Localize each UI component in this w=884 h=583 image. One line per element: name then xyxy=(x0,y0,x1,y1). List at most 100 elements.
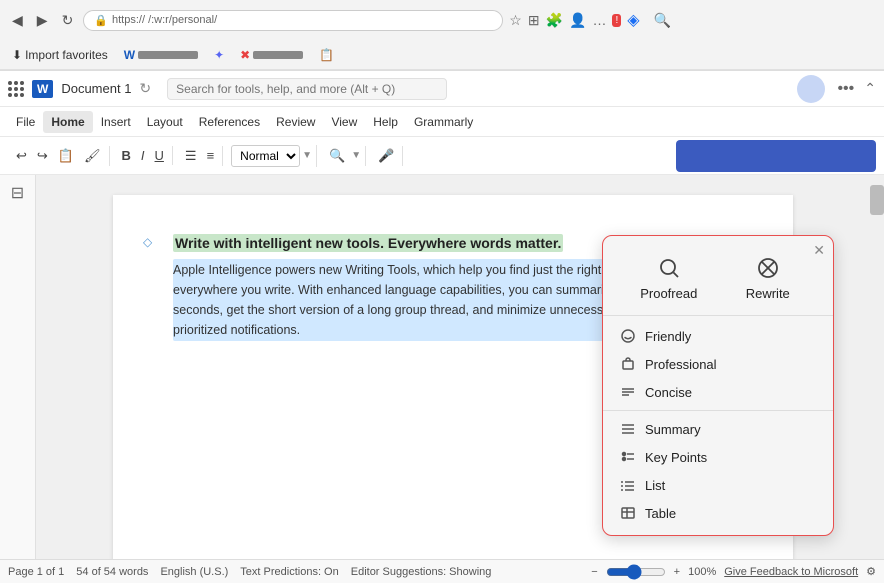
proofread-button[interactable]: Proofread xyxy=(628,250,709,305)
find-button[interactable]: 🔍 xyxy=(325,146,349,166)
popup-top-row: Proofread Rewrite xyxy=(603,246,833,316)
search-group: 🔍 ▼ xyxy=(321,146,366,166)
user-avatar[interactable] xyxy=(797,75,825,103)
list-item[interactable]: List xyxy=(603,471,833,499)
clipboard-button[interactable]: 📋 xyxy=(54,146,78,166)
collections-icon[interactable]: ⊞ xyxy=(528,12,540,29)
style-select[interactable]: Normal xyxy=(231,145,300,167)
proofread-label: Proofread xyxy=(640,286,697,301)
back-button[interactable]: ◀ xyxy=(8,10,27,31)
fav-icon-4: 📋 xyxy=(319,48,334,62)
import-label: Import favorites xyxy=(25,48,108,62)
profile-icon[interactable]: 👤 xyxy=(569,12,586,29)
zoom-level: 100% xyxy=(688,566,716,578)
popup-close-button[interactable]: ✕ xyxy=(813,242,825,259)
menu-layout[interactable]: Layout xyxy=(139,111,191,133)
friendly-icon xyxy=(619,327,637,345)
more-icon[interactable]: … xyxy=(592,12,606,28)
language: English (U.S.) xyxy=(160,566,228,578)
menu-file[interactable]: File xyxy=(8,111,43,133)
fav-label-blur xyxy=(138,51,198,59)
zoom-slider[interactable] xyxy=(606,564,666,580)
mic-button[interactable]: 🎤 xyxy=(374,146,398,166)
autosave-icon[interactable]: ↻ xyxy=(139,80,151,97)
menu-review[interactable]: Review xyxy=(268,111,323,133)
menu-help[interactable]: Help xyxy=(365,111,406,133)
table-item[interactable]: Table xyxy=(603,499,833,527)
key-points-icon xyxy=(619,448,637,466)
right-scrollbar[interactable] xyxy=(870,175,884,559)
fav-item-3[interactable]: ✖ xyxy=(236,46,307,64)
italic-button[interactable]: I xyxy=(137,146,149,165)
scrollbar-thumb[interactable] xyxy=(870,185,884,215)
star-icon[interactable]: ☆ xyxy=(509,12,522,29)
fav-item-1[interactable]: W xyxy=(120,46,202,64)
status-bar: Page 1 of 1 54 of 54 words English (U.S.… xyxy=(0,559,884,583)
key-points-item[interactable]: Key Points xyxy=(603,443,833,471)
undo-group: ↩ ↪ 📋 🖌 xyxy=(8,146,110,166)
professional-item[interactable]: Professional xyxy=(603,350,833,378)
concise-label: Concise xyxy=(645,385,692,400)
feedback-link[interactable]: Give Feedback to Microsoft xyxy=(724,566,858,578)
import-icon: ⬇ xyxy=(12,48,22,62)
sidebar-toggle-icon[interactable]: ⊟ xyxy=(7,179,28,207)
underline-button[interactable]: U xyxy=(151,146,168,165)
menu-references[interactable]: References xyxy=(191,111,268,133)
chevron-down-icon: ▼ xyxy=(302,150,312,161)
diamond-marker-icon: ◇ xyxy=(143,235,152,249)
menu-bar: File Home Insert Layout References Revie… xyxy=(0,107,884,137)
doc-title: Document 1 xyxy=(61,81,131,96)
fav-item-4[interactable]: 📋 xyxy=(315,46,338,64)
refresh-button[interactable]: ↻ xyxy=(58,10,78,31)
word-search-input[interactable] xyxy=(167,78,447,100)
style-group: Normal ▼ xyxy=(227,145,317,167)
notification-badge: ! xyxy=(612,14,621,27)
list-label: List xyxy=(645,478,665,493)
find-chevron-icon: ▼ xyxy=(351,150,361,161)
summary-icon xyxy=(619,420,637,438)
list-group: ☰ ≡ xyxy=(177,146,223,166)
import-favorites[interactable]: ⬇ Import favorites xyxy=(8,46,112,64)
fav-item-2[interactable]: ✦ xyxy=(210,46,228,64)
forward-button[interactable]: ▶ xyxy=(33,10,52,31)
friendly-label: Friendly xyxy=(645,329,691,344)
professional-icon xyxy=(619,355,637,373)
word-logo: W xyxy=(32,80,53,98)
left-sidebar: ⊟ xyxy=(0,175,36,559)
fav-icon-3: ✖ xyxy=(240,48,250,62)
bold-button[interactable]: B xyxy=(118,146,135,165)
extensions-icon[interactable]: 🧩 xyxy=(546,12,563,29)
menu-insert[interactable]: Insert xyxy=(93,111,139,133)
summary-item[interactable]: Summary xyxy=(603,415,833,443)
more-options-button[interactable]: ••• xyxy=(837,80,854,98)
rewrite-button[interactable]: Rewrite xyxy=(728,250,808,305)
expand-ribbon-button[interactable]: ⌃ xyxy=(864,80,876,97)
copilot-icon[interactable]: ◈ xyxy=(627,10,639,30)
settings-icon[interactable]: ⚙ xyxy=(866,565,876,578)
popup-divider xyxy=(603,410,833,411)
editor-suggestions: Editor Suggestions: Showing xyxy=(351,566,492,578)
concise-item[interactable]: Concise xyxy=(603,378,833,406)
undo-button[interactable]: ↩ xyxy=(12,146,31,166)
browser-icons: ☆ ⊞ 🧩 👤 … ! ◈ xyxy=(509,10,639,30)
search-web-button[interactable]: 🔍 xyxy=(650,10,675,31)
app-grid-icon[interactable] xyxy=(8,81,24,97)
word-fav-icon: W xyxy=(124,48,135,62)
page-count: Page 1 of 1 xyxy=(8,566,64,578)
friendly-item[interactable]: Friendly xyxy=(603,322,833,350)
url-bar[interactable]: 🔒 https:// /:w:r/personal/ xyxy=(83,10,503,31)
mic-group: 🎤 xyxy=(370,146,403,166)
zoom-out-button[interactable]: − xyxy=(591,566,597,578)
menu-view[interactable]: View xyxy=(323,111,365,133)
format-painter-button[interactable]: 🖌 xyxy=(80,146,105,166)
menu-home[interactable]: Home xyxy=(43,111,92,133)
toolbar: ↩ ↪ 📋 🖌 B I U ☰ ≡ Normal ▼ 🔍 ▼ 🎤 xyxy=(0,137,884,175)
redo-button[interactable]: ↪ xyxy=(33,146,52,166)
heading-highlighted: Write with intelligent new tools. Everyw… xyxy=(173,234,563,252)
url-text: https:// /:w:r/personal/ xyxy=(112,14,217,26)
concise-icon xyxy=(619,383,637,401)
menu-grammarly[interactable]: Grammarly xyxy=(406,111,481,133)
zoom-in-button[interactable]: + xyxy=(674,566,680,578)
align-button[interactable]: ≡ xyxy=(203,146,219,165)
bullets-button[interactable]: ☰ xyxy=(181,146,201,166)
